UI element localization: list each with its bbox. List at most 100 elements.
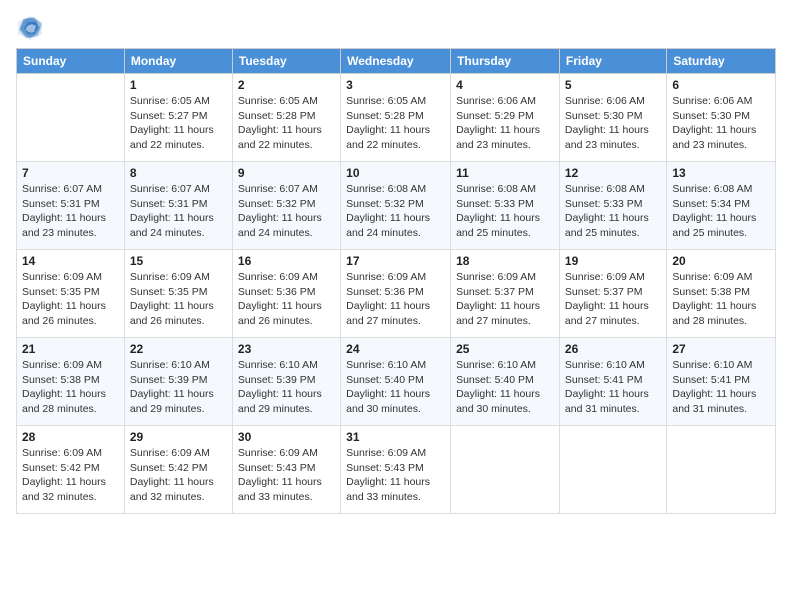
sunrise-text: Sunrise: 6:08 AM [456,182,554,197]
cell-info: Sunrise: 6:05 AMSunset: 5:27 PMDaylight:… [130,94,227,153]
day-number: 20 [672,254,770,268]
cell-info: Sunrise: 6:09 AMSunset: 5:42 PMDaylight:… [22,446,119,505]
daylight-text: Daylight: 11 hours and 23 minutes. [456,123,554,152]
daylight-text: Daylight: 11 hours and 25 minutes. [672,211,770,240]
calendar-cell: 21Sunrise: 6:09 AMSunset: 5:38 PMDayligh… [17,338,125,426]
calendar-cell: 24 Sunrise: 6:10 AMSunset: 5:40 PMDayligh… [341,338,451,426]
daylight-text: Daylight: 11 hours and 25 minutes. [456,211,554,240]
sunrise-text: Sunrise: 6:05 AM [238,94,335,109]
calendar-cell [451,426,560,514]
weekday-header-saturday: Saturday [667,49,776,74]
sunset-text: Sunset: 5:31 PM [22,197,119,212]
sunrise-text: Sunrise: 6:09 AM [130,270,227,285]
sunrise-text: Sunrise: 6:09 AM [238,446,335,461]
sunrise-text: Sunrise: 6:10 AM [238,358,335,373]
weekday-header-wednesday: Wednesday [341,49,451,74]
day-number: 13 [672,166,770,180]
cell-info: Sunrise: 6:08 AMSunset: 5:33 PMDaylight:… [456,182,554,241]
calendar-cell: 15Sunrise: 6:09 AMSunset: 5:35 PMDayligh… [124,250,232,338]
cell-info: Sunrise: 6:10 AMSunset: 5:40 PMDaylight:… [346,358,445,417]
daylight-text: Daylight: 11 hours and 22 minutes. [130,123,227,152]
daylight-text: Daylight: 11 hours and 32 minutes. [130,475,227,504]
cell-info: Sunrise: 6:10 AMSunset: 5:41 PMDaylight:… [565,358,661,417]
sunrise-text: Sunrise: 6:09 AM [22,358,119,373]
daylight-text: Daylight: 11 hours and 28 minutes. [22,387,119,416]
sunset-text: Sunset: 5:36 PM [238,285,335,300]
sunset-text: Sunset: 5:35 PM [22,285,119,300]
calendar-cell: 20Sunrise: 6:09 AMSunset: 5:38 PMDayligh… [667,250,776,338]
sunrise-text: Sunrise: 6:09 AM [672,270,770,285]
weekday-header-tuesday: Tuesday [232,49,340,74]
sunrise-text: Sunrise: 6:06 AM [672,94,770,109]
calendar-cell: 7Sunrise: 6:07 AMSunset: 5:31 PMDaylight… [17,162,125,250]
calendar-cell [17,74,125,162]
calendar-cell: 9Sunrise: 6:07 AMSunset: 5:32 PMDaylight… [232,162,340,250]
daylight-text: Daylight: 11 hours and 33 minutes. [238,475,335,504]
cell-info: Sunrise: 6:05 AMSunset: 5:28 PMDaylight:… [346,94,445,153]
cell-info: Sunrise: 6:10 AMSunset: 5:41 PMDaylight:… [672,358,770,417]
daylight-text: Daylight: 11 hours and 30 minutes. [346,387,445,416]
day-number: 29 [130,430,227,444]
cell-info: Sunrise: 6:09 AMSunset: 5:37 PMDaylight:… [456,270,554,329]
sunrise-text: Sunrise: 6:09 AM [130,446,227,461]
cell-info: Sunrise: 6:05 AMSunset: 5:28 PMDaylight:… [238,94,335,153]
day-number: 30 [238,430,335,444]
sunset-text: Sunset: 5:39 PM [130,373,227,388]
calendar-cell: 2Sunrise: 6:05 AMSunset: 5:28 PMDaylight… [232,74,340,162]
cell-info: Sunrise: 6:09 AMSunset: 5:35 PMDaylight:… [130,270,227,329]
sunset-text: Sunset: 5:38 PM [672,285,770,300]
daylight-text: Daylight: 11 hours and 24 minutes. [130,211,227,240]
cell-info: Sunrise: 6:07 AMSunset: 5:32 PMDaylight:… [238,182,335,241]
daylight-text: Daylight: 11 hours and 25 minutes. [565,211,661,240]
day-number: 28 [22,430,119,444]
sunset-text: Sunset: 5:33 PM [565,197,661,212]
day-number: 6 [672,78,770,92]
day-number: 24 [346,342,445,356]
day-number: 5 [565,78,661,92]
logo-icon [16,14,44,42]
calendar-cell: 11 Sunrise: 6:08 AMSunset: 5:33 PMDayligh… [451,162,560,250]
daylight-text: Daylight: 11 hours and 23 minutes. [565,123,661,152]
sunset-text: Sunset: 5:30 PM [672,109,770,124]
weekday-header-thursday: Thursday [451,49,560,74]
day-number: 11 [456,166,554,180]
cell-info: Sunrise: 6:06 AMSunset: 5:29 PMDaylight:… [456,94,554,153]
sunrise-text: Sunrise: 6:09 AM [22,446,119,461]
sunset-text: Sunset: 5:42 PM [22,461,119,476]
header [16,10,776,42]
daylight-text: Daylight: 11 hours and 27 minutes. [346,299,445,328]
day-number: 25 [456,342,554,356]
sunrise-text: Sunrise: 6:06 AM [565,94,661,109]
cell-info: Sunrise: 6:09 AMSunset: 5:36 PMDaylight:… [346,270,445,329]
daylight-text: Daylight: 11 hours and 22 minutes. [238,123,335,152]
day-number: 31 [346,430,445,444]
calendar-cell: 13Sunrise: 6:08 AMSunset: 5:34 PMDayligh… [667,162,776,250]
sunset-text: Sunset: 5:28 PM [238,109,335,124]
calendar-table: SundayMondayTuesdayWednesdayThursdayFrid… [16,48,776,514]
cell-info: Sunrise: 6:09 AMSunset: 5:42 PMDaylight:… [130,446,227,505]
calendar-cell: 1Sunrise: 6:05 AMSunset: 5:27 PMDaylight… [124,74,232,162]
sunrise-text: Sunrise: 6:09 AM [22,270,119,285]
cell-info: Sunrise: 6:09 AMSunset: 5:43 PMDaylight:… [346,446,445,505]
sunset-text: Sunset: 5:36 PM [346,285,445,300]
calendar-cell: 27Sunrise: 6:10 AMSunset: 5:41 PMDayligh… [667,338,776,426]
cell-info: Sunrise: 6:06 AMSunset: 5:30 PMDaylight:… [672,94,770,153]
sunrise-text: Sunrise: 6:09 AM [238,270,335,285]
sunset-text: Sunset: 5:41 PM [565,373,661,388]
daylight-text: Daylight: 11 hours and 24 minutes. [238,211,335,240]
daylight-text: Daylight: 11 hours and 27 minutes. [565,299,661,328]
calendar-cell: 28 Sunrise: 6:09 AMSunset: 5:42 PMDayligh… [17,426,125,514]
sunset-text: Sunset: 5:29 PM [456,109,554,124]
cell-info: Sunrise: 6:07 AMSunset: 5:31 PMDaylight:… [130,182,227,241]
sunrise-text: Sunrise: 6:10 AM [565,358,661,373]
cell-info: Sunrise: 6:06 AMSunset: 5:30 PMDaylight:… [565,94,661,153]
sunrise-text: Sunrise: 6:08 AM [346,182,445,197]
sunrise-text: Sunrise: 6:07 AM [130,182,227,197]
day-number: 16 [238,254,335,268]
calendar-cell: 29 Sunrise: 6:09 AMSunset: 5:42 PMDayligh… [124,426,232,514]
logo [16,14,48,42]
daylight-text: Daylight: 11 hours and 26 minutes. [130,299,227,328]
week-row-0: 1Sunrise: 6:05 AMSunset: 5:27 PMDaylight… [17,74,776,162]
calendar-cell: 5 Sunrise: 6:06 AMSunset: 5:30 PMDaylight… [559,74,666,162]
daylight-text: Daylight: 11 hours and 23 minutes. [22,211,119,240]
